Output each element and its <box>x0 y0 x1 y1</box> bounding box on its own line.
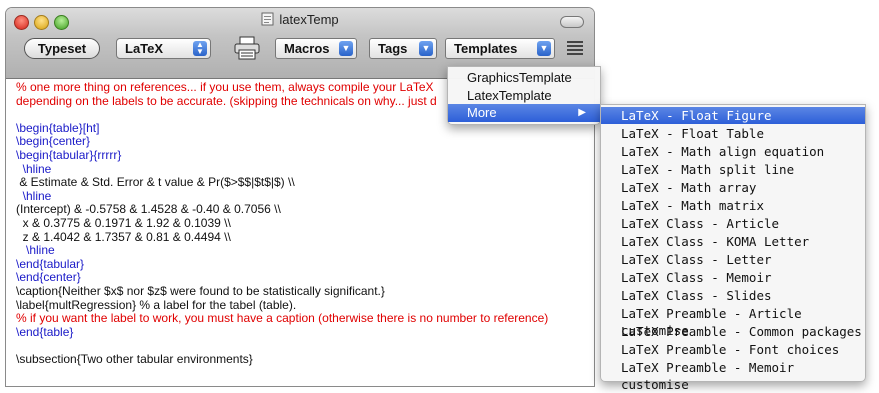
code-line: \label{multRegression} % a label for the… <box>16 297 297 312</box>
engine-select-value: LaTeX <box>125 41 164 56</box>
code-line: \end{table} <box>16 324 74 339</box>
code-line: \hline <box>16 161 52 176</box>
submenu-item[interactable]: LaTeX Preamble - Article customise <box>601 305 865 338</box>
menu-item[interactable]: GraphicsTemplate <box>448 69 600 87</box>
typeset-button[interactable]: Typeset <box>24 38 100 59</box>
submenu-item[interactable]: LaTeX - Math split line <box>601 161 865 178</box>
code-line: & Estimate & Std. Error & t value & Pr($… <box>16 175 295 190</box>
editor-window: latexTemp Typeset LaTeX ▲ ▼ Macros ▼ Tags… <box>6 8 594 386</box>
code-line: \begin{tabular}{rrrrr} <box>16 148 122 162</box>
submenu-item[interactable]: LaTeX - Float Table <box>601 125 865 142</box>
code-line: \subsection{Two other tabular environmen… <box>16 352 253 366</box>
code-line: z & 1.4042 & 1.7357 & 0.81 & 0.4494 \\ <box>16 229 231 244</box>
tags-label: Tags <box>378 41 408 56</box>
submenu-item[interactable]: LaTeX - Math align equation <box>601 143 865 160</box>
chevron-down-icon: ▼ <box>419 41 433 56</box>
templates-dropdown[interactable]: Templates ▼ <box>445 38 555 59</box>
code-line: \hline <box>16 188 52 203</box>
code-line: % if you want the label to work, you mus… <box>16 311 549 326</box>
code-line: \end{center} <box>16 270 81 285</box>
submenu-item[interactable]: LaTeX Preamble - Font choices <box>601 341 865 358</box>
templates-menu: GraphicsTemplate LatexTemplate More ▶ <box>447 66 601 125</box>
code-line: (Intercept) & -0.5758 & 1.4528 & -0.40 &… <box>16 202 281 217</box>
submenu-item[interactable]: LaTeX Preamble - Memoir customise <box>601 359 865 392</box>
menu-item-label: LatexTemplate <box>467 87 552 103</box>
list-icon[interactable] <box>566 39 584 57</box>
submenu-item[interactable]: LaTeX - Float Figure <box>601 107 865 124</box>
submenu-item[interactable]: LaTeX Class - KOMA Letter <box>601 233 865 250</box>
tags-dropdown[interactable]: Tags ▼ <box>369 38 437 59</box>
engine-select[interactable]: LaTeX ▲ ▼ <box>116 38 211 59</box>
submenu-item[interactable]: LaTeX Class - Article <box>601 215 865 232</box>
code-line: depending on the labels to be accurate. … <box>16 93 437 108</box>
chevron-down-icon: ▼ <box>537 41 551 56</box>
source-editor[interactable]: % one more thing on references... if you… <box>6 79 594 386</box>
submenu-item[interactable]: LaTeX - Math matrix <box>601 197 865 214</box>
submenu-item[interactable]: LaTeX Preamble - Common packages <box>601 323 865 340</box>
code-line: \begin{table}[ht] <box>16 120 100 135</box>
menu-item-label: More <box>467 105 497 120</box>
code-line: \end{tabular} <box>16 256 85 271</box>
submenu-item[interactable]: LaTeX Class - Letter <box>601 251 865 268</box>
code-line: \begin{center} <box>16 134 91 149</box>
templates-label: Templates <box>454 41 518 56</box>
submenu-item[interactable]: LaTeX - Math array <box>601 179 865 196</box>
code-line: \caption{Neither $x$ nor $z$ were found … <box>16 284 385 298</box>
submenu-item[interactable]: LaTeX Class - Memoir <box>601 269 865 286</box>
code-line: % one more thing on references... if you… <box>16 80 434 94</box>
select-arrows-icon: ▲ ▼ <box>193 41 207 56</box>
menu-item[interactable]: More ▶ <box>448 104 600 122</box>
more-templates-submenu: LaTeX - Float Figure LaTeX - Float Table L… <box>600 104 866 392</box>
code-line: x & 0.3775 & 0.1971 & 1.92 & 0.1039 \\ <box>16 216 231 230</box>
menu-item[interactable]: LatexTemplate <box>448 87 600 105</box>
printer-icon[interactable] <box>232 36 262 60</box>
macros-dropdown[interactable]: Macros ▼ <box>275 38 357 59</box>
document-icon <box>261 12 274 26</box>
toolbar-toggle-button[interactable] <box>560 16 584 28</box>
chevron-down-icon: ▼ <box>339 41 353 56</box>
menu-item-label: GraphicsTemplate <box>467 70 572 85</box>
code-line: \hline <box>16 243 55 258</box>
submenu-arrow-icon: ▶ <box>578 107 586 118</box>
window-title-area: latexTemp <box>6 12 594 27</box>
window-title: latexTemp <box>279 12 339 27</box>
macros-label: Macros <box>284 41 330 56</box>
submenu-item[interactable]: LaTeX Class - Slides <box>601 287 865 304</box>
